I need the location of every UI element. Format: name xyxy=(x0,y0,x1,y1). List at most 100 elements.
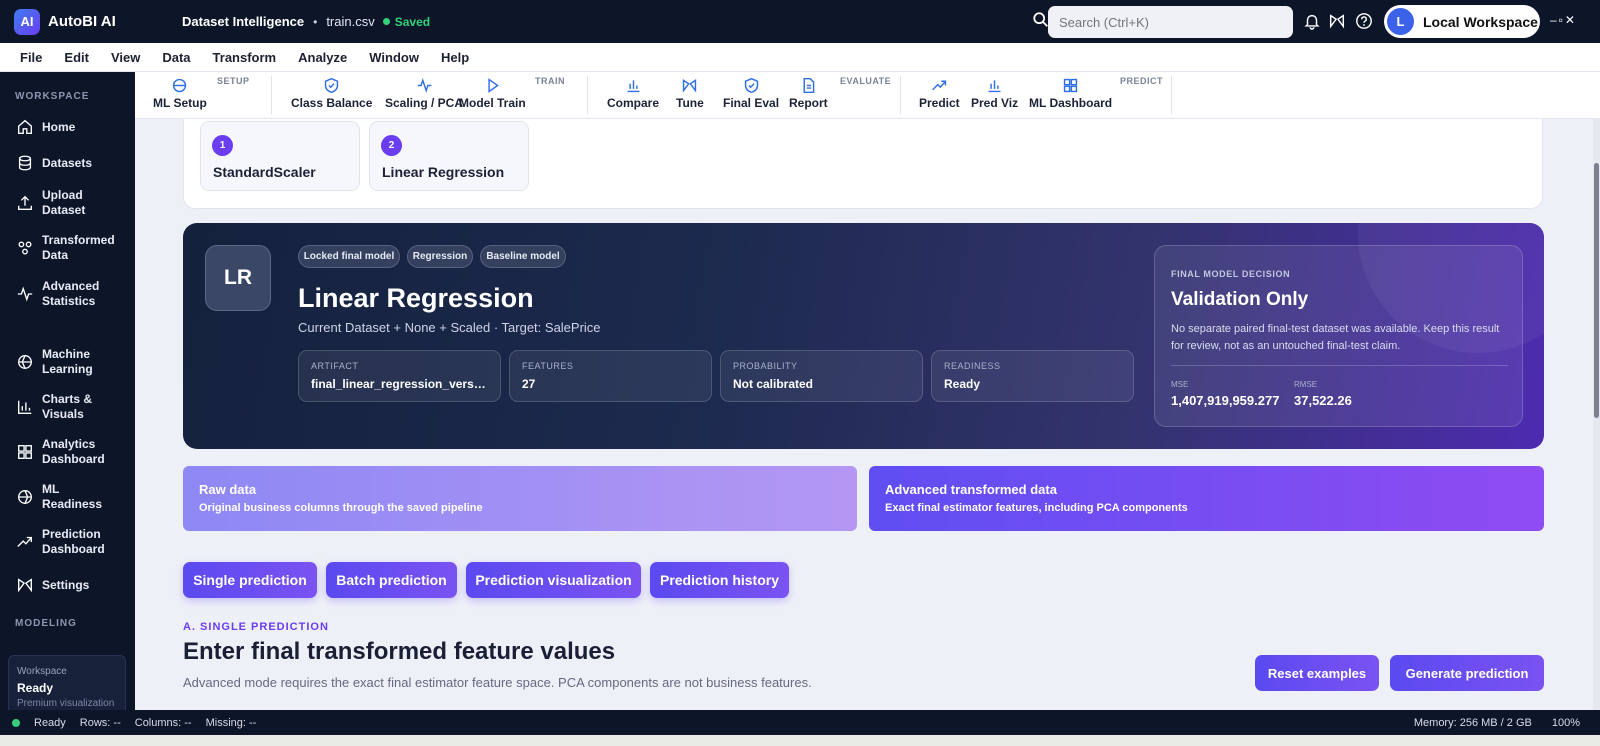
menu-edit[interactable]: Edit xyxy=(64,50,89,65)
mode-title: Advanced transformed data xyxy=(885,482,1057,497)
menu-view[interactable]: View xyxy=(111,50,140,65)
sidebar-item-home[interactable]: Home xyxy=(0,118,75,136)
sidebar-item-analytics-dashboard[interactable]: Analytics Dashboard xyxy=(0,437,110,467)
final-eval-label: Final Eval xyxy=(723,96,780,110)
document-title: Dataset Intelligence xyxy=(182,14,305,29)
rmse-label: RMSE xyxy=(1294,380,1318,389)
pulse-icon xyxy=(17,286,33,302)
divider xyxy=(1171,365,1508,366)
predict-label: Predict xyxy=(919,96,960,110)
tune-label: Tune xyxy=(676,96,704,110)
title-separator: • xyxy=(313,14,318,29)
sidebar-item-datasets[interactable]: Datasets xyxy=(0,154,92,172)
scrollbar-thumb[interactable] xyxy=(1594,163,1599,418)
generate-prediction-button[interactable]: Generate prediction xyxy=(1390,655,1544,691)
sidebar-item-upload-dataset[interactable]: Upload Dataset xyxy=(0,188,110,218)
pipeline-step[interactable]: 2 Linear Regression xyxy=(369,121,529,191)
pred-viz-button[interactable]: Pred Viz xyxy=(971,77,1018,110)
reset-examples-button[interactable]: Reset examples xyxy=(1255,655,1379,691)
status-missing: Missing: -- xyxy=(205,716,257,729)
pred-viz-label: Pred Viz xyxy=(971,96,1019,110)
ml-setup-button[interactable]: ML Setup xyxy=(153,77,207,110)
metric-value: Ready xyxy=(944,377,981,391)
decision-title: Validation Only xyxy=(1171,289,1309,310)
menu-analyze[interactable]: Analyze xyxy=(298,50,347,65)
mse-value: 1,407,919,959.277 xyxy=(1171,393,1280,408)
sidebar-item-label: Advanced Statistics xyxy=(42,279,100,308)
menu-help[interactable]: Help xyxy=(441,50,469,65)
step-number: 2 xyxy=(381,135,402,156)
workspace-switcher[interactable]: L Local Workspace xyxy=(1384,5,1540,38)
ribbon-group-evaluate: EVALUATE xyxy=(840,76,892,86)
workspace-status-value: Ready xyxy=(17,681,54,695)
metric-label: READINESS xyxy=(944,361,1001,371)
mode-advanced-transformed-data[interactable]: Advanced transformed data Exact final es… xyxy=(869,466,1544,531)
sidebar-item-prediction-dashboard[interactable]: Prediction Dashboard xyxy=(0,527,110,557)
status-rows: Rows: -- xyxy=(79,716,121,729)
scaling-pca-button[interactable]: Scaling / PCA xyxy=(385,77,463,110)
model-train-label: Model Train xyxy=(459,96,526,110)
metric-probability: PROBABILITY Not calibrated xyxy=(720,350,923,402)
plugin-icon[interactable] xyxy=(1328,12,1346,30)
menu-transform[interactable]: Transform xyxy=(213,50,277,65)
status-bar: Ready Rows: -- Columns: -- Missing: -- M… xyxy=(0,710,1600,735)
compare-label: Compare xyxy=(607,96,660,110)
vertical-scrollbar[interactable] xyxy=(1593,119,1600,710)
menu-file[interactable]: File xyxy=(20,50,42,65)
document-icon xyxy=(803,77,815,94)
workspace-name: Local Workspace xyxy=(1423,13,1538,30)
class-balance-button[interactable]: Class Balance xyxy=(291,77,372,110)
model-train-button[interactable]: Model Train xyxy=(459,77,526,110)
sidebar-section-workspace: WORKSPACE xyxy=(15,91,90,102)
home-icon xyxy=(18,119,32,134)
compare-button[interactable]: Compare xyxy=(607,77,659,110)
decision-label: FINAL MODEL DECISION xyxy=(1171,269,1291,279)
status-memory: Memory: 256 MB / 2 GB xyxy=(1413,716,1532,729)
section-label: A. SINGLE PREDICTION xyxy=(183,621,329,633)
sidebar-item-settings[interactable]: Settings xyxy=(0,576,89,594)
menu-data[interactable]: Data xyxy=(162,50,190,65)
tab-prediction-history[interactable]: Prediction history xyxy=(650,562,789,598)
help-icon[interactable] xyxy=(1355,12,1373,30)
ribbon-divider xyxy=(900,76,901,114)
sidebar-item-ml-readiness[interactable]: ML Readiness xyxy=(0,482,103,512)
app-logo: AI xyxy=(14,8,40,35)
bell-icon[interactable] xyxy=(1303,12,1321,30)
ml-setup-label: ML Setup xyxy=(153,96,207,110)
metric-artifact: ARTIFACT final_linear_regression_version… xyxy=(298,350,501,402)
saved-label: Saved xyxy=(394,14,431,29)
saved-dot-icon xyxy=(382,18,390,25)
sidebar-item-transformed-data[interactable]: Transformed Data xyxy=(0,233,120,263)
sidebar-item-advanced-statistics[interactable]: Advanced Statistics xyxy=(0,279,110,309)
mode-raw-data[interactable]: Raw data Original business columns throu… xyxy=(183,466,857,531)
predict-button[interactable]: Predict xyxy=(919,77,960,110)
tune-button[interactable]: Tune xyxy=(676,77,704,110)
tab-batch-prediction[interactable]: Batch prediction xyxy=(326,562,457,598)
bar-chart-icon xyxy=(627,80,639,93)
window-controls[interactable]: –▫✕ xyxy=(1550,13,1577,27)
report-button[interactable]: Report xyxy=(789,77,828,110)
search-input[interactable] xyxy=(1048,6,1293,38)
tab-prediction-visualization[interactable]: Prediction visualization xyxy=(466,562,641,598)
metric-features: FEATURES 27 xyxy=(509,350,712,402)
scaling-pca-label: Scaling / PCA xyxy=(385,96,464,110)
transform-icon xyxy=(18,241,32,255)
shield-check-icon xyxy=(744,77,758,94)
tab-single-prediction[interactable]: Single prediction xyxy=(183,562,317,598)
ribbon-group-train: TRAIN xyxy=(535,76,565,86)
final-eval-button[interactable]: Final Eval xyxy=(723,77,779,110)
mode-description: Exact final estimator features, includin… xyxy=(885,502,1188,514)
step-label: StandardScaler xyxy=(213,164,316,180)
saved-status: Saved xyxy=(382,14,431,29)
workspace-status-label: Workspace xyxy=(17,666,67,677)
menu-window[interactable]: Window xyxy=(369,50,419,65)
sidebar-item-label: ML Readiness xyxy=(42,482,103,511)
ml-dashboard-button[interactable]: ML Dashboard xyxy=(1029,77,1112,110)
sidebar-item-label: Transformed Data xyxy=(42,233,115,262)
bar-chart-icon xyxy=(988,80,1001,93)
sidebar-item-machine-learning[interactable]: Machine Learning xyxy=(0,347,110,377)
rmse-value: 37,522.26 xyxy=(1294,393,1352,408)
pipeline-step[interactable]: 1 StandardScaler xyxy=(200,121,360,191)
title-bar: AI AutoBI AI Dataset Intelligence • trai… xyxy=(0,0,1600,43)
sidebar-item-charts-visuals[interactable]: Charts & Visuals xyxy=(0,392,110,422)
